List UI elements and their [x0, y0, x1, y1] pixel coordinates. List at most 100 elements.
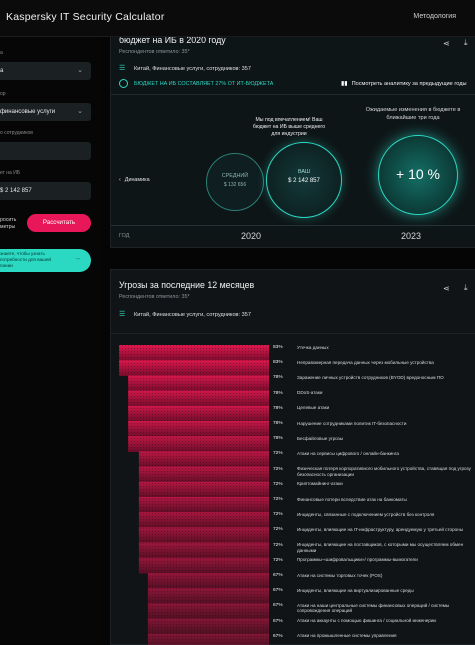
funnel-band-texture [138, 466, 269, 483]
threat-label: Бесфайловые угрозы [297, 435, 344, 441]
threat-percent: 67% [273, 573, 283, 578]
threat-percent: 83% [273, 345, 283, 350]
threat-label: Атаки на системы торговых точек (POS) [297, 572, 383, 578]
divider [111, 333, 475, 334]
threat-label: Программы-«шифровальщики»/ программы-вым… [297, 557, 418, 563]
threats-card: Угрозы за последние 12 месяцев Респонден… [110, 269, 475, 645]
budget-note-text: БЮДЖЕТ НА ИБ СОСТАВЛЯЕТ 27% ОТ ИТ-БЮДЖЕТ… [134, 80, 274, 87]
reset-params-link[interactable]: росить метры [0, 217, 16, 231]
threat-label: Атаки на промышленные системы управления [297, 633, 397, 639]
threat-label: Атаки на сервисы цифрового / онлайн-банк… [297, 450, 399, 456]
budget-card: бюджет на ИБ в 2020 году Респондентов от… [110, 35, 475, 248]
budget-filter-text: Китай, Финансовые услуги, сотрудников: 3… [134, 66, 251, 72]
bar-chart-icon: ▮▮ [341, 81, 348, 87]
year-forecast: 2023 [401, 231, 422, 241]
forecast-value: + 10 % [396, 166, 440, 182]
threat-percent: 78% [273, 375, 283, 381]
funnel-band-texture [138, 481, 269, 498]
threat-percent: 78% [273, 405, 283, 411]
employees-label: о сотрудников [0, 130, 33, 136]
threat-percent: 78% [273, 436, 283, 442]
funnel-band-texture [128, 375, 269, 392]
country-label: а [0, 50, 3, 56]
prev-years-link[interactable]: ▮▮ Посмотреть аналитику за предыдущие год… [341, 80, 467, 87]
funnel-band-texture [128, 390, 269, 407]
calculate-button[interactable]: Рассчитать [27, 214, 91, 232]
forecast-circle: + 10 % [378, 135, 458, 215]
funnel-band-texture [138, 451, 269, 468]
download-icon[interactable]: ⤓ [464, 283, 468, 293]
threat-percent: 67% [273, 618, 283, 624]
threat-percent: 72% [273, 497, 283, 502]
year-current: 2020 [241, 231, 262, 241]
threats-respondents: Респондентов ответило: 35* [119, 294, 190, 300]
threat-label: Физическая потеря корпоративного мобильн… [297, 466, 471, 477]
average-budget-circle: СРЕДНИЙ $ 132 656 [206, 153, 264, 211]
chevron-down-icon: ⌄ [77, 108, 83, 115]
chevron-left-icon: ‹ [119, 177, 121, 183]
threat-percent: 72% [273, 481, 283, 487]
threat-label: Инциденты, связанные с подключением устр… [297, 511, 435, 517]
threat-percent: 72% [273, 451, 283, 457]
our-label: ВАШ [298, 169, 310, 175]
pie-icon [119, 79, 128, 88]
our-budget-circle: ВАШ $ 2 142 857 [266, 142, 342, 218]
threat-label: Атаки на аккаунты с помощью фишинга / со… [297, 618, 436, 624]
download-icon[interactable]: ⤓ [464, 38, 468, 48]
funnel-band-texture [138, 542, 269, 559]
filter-icon: ☰ [119, 65, 126, 72]
funnel-band-texture [128, 405, 269, 422]
industry-value: финансовые услуги [0, 109, 56, 115]
funnel-band-texture [119, 345, 269, 361]
threat-label: Инциденты, влияющие на поставщиков, с ко… [297, 542, 464, 553]
expectation-text: Ожидаемые изменения в бюджете в ближайши… [365, 107, 461, 121]
threat-label: Криптомайнинг-атаки [297, 481, 343, 487]
funnel-band-texture [138, 557, 269, 574]
chevron-down-icon: ⌄ [77, 67, 83, 74]
average-value: $ 132 656 [223, 182, 247, 188]
our-value: $ 2 142 857 [288, 178, 320, 184]
threat-label: Заражение личных устройств сотрудников (… [297, 374, 444, 380]
funnel-band-texture [128, 436, 269, 452]
threat-percent: 72% [273, 542, 283, 548]
funnel-band-texture [138, 512, 269, 528]
budget-value: $ 2 142 857 [0, 188, 32, 194]
app-title: Kaspersky IT Security Calculator [6, 11, 165, 23]
threat-label: Инциденты, влияющие на виртуализированны… [297, 587, 414, 593]
year-axis-label: ГОД [119, 233, 130, 239]
country-value: а [0, 68, 4, 74]
funnel-band-texture [128, 421, 269, 437]
methodology-link[interactable]: Методология [413, 13, 456, 20]
threat-percent: 67% [273, 603, 283, 609]
promo-banner[interactable]: знаете, чтобы узнать потребности для ваш… [0, 249, 91, 272]
country-select[interactable]: а ⌄ [0, 62, 91, 80]
threats-card-title: Угрозы за последние 12 месяцев [119, 280, 255, 290]
funnel-band-texture [119, 360, 269, 376]
threats-filter: ☰ Китай, Финансовые услуги, сотрудников: … [119, 310, 251, 318]
threat-percent: 78% [273, 421, 283, 426]
industry-label: ор [0, 91, 6, 97]
top-bar: Kaspersky IT Security Calculator Методол… [0, 0, 475, 37]
budget-message: Мы под впечатлением! Ваш бюджет на ИБ вы… [252, 117, 326, 137]
threat-label: Финансовые потери вследствие атак на бан… [297, 496, 407, 502]
employees-input[interactable] [0, 142, 91, 160]
threat-label: Утечка данных [297, 344, 329, 350]
threat-percent: 72% [273, 466, 283, 472]
share-icon[interactable]: ⋖ [443, 284, 450, 293]
budget-label: ет на ИБ [0, 170, 21, 176]
budget-input[interactable]: $ 2 142 857 [0, 182, 91, 200]
threat-percent: 78% [273, 390, 283, 396]
threat-label: Инциденты, влияющие на IT-инфраструктуру… [297, 526, 464, 532]
funnel-band-texture [147, 588, 269, 604]
year-axis [111, 225, 475, 226]
budget-respondents: Респондентов ответило: 35* [119, 49, 190, 55]
funnel-band-texture [147, 618, 269, 635]
budget-filter: ☰ Китай, Финансовые услуги, сотрудников: … [119, 64, 251, 72]
industry-select[interactable]: финансовые услуги ⌄ [0, 103, 91, 121]
funnel-band-texture [147, 603, 269, 620]
arrow-right-icon: → [74, 255, 81, 262]
share-icon[interactable]: ⋖ [443, 39, 450, 48]
threats-filter-text: Китай, Финансовые услуги, сотрудников: 3… [134, 312, 251, 318]
sidebar: а а ⌄ ор финансовые услуги ⌄ о сотрудник… [0, 36, 100, 643]
dynamics-toggle[interactable]: ‹ Динамика [119, 177, 150, 183]
